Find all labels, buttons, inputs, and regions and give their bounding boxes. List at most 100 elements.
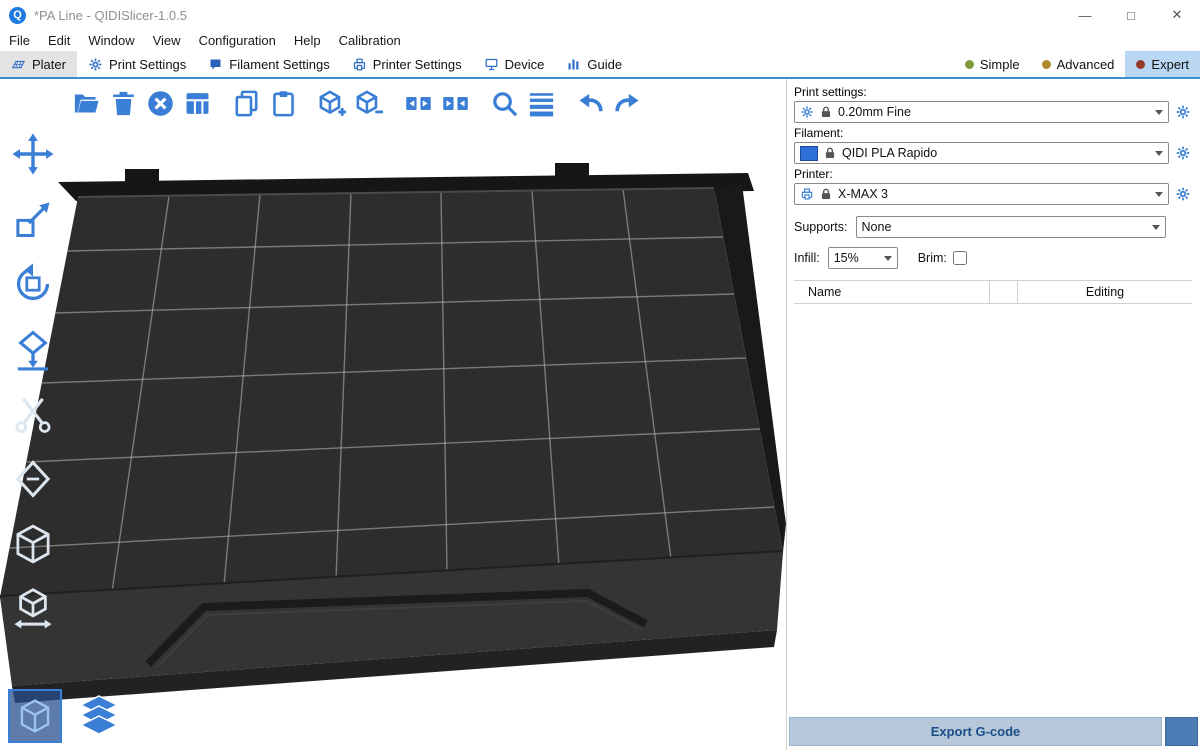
undo-button[interactable] (572, 85, 609, 122)
menu-file[interactable]: File (0, 30, 39, 51)
export-gcode-button[interactable]: Export G-code (789, 717, 1162, 746)
tab-plater[interactable]: Plater (0, 51, 77, 77)
assembly-icon (11, 587, 55, 631)
copy-button[interactable] (228, 85, 265, 122)
infill-combo[interactable]: 15% (828, 247, 898, 269)
menu-configuration[interactable]: Configuration (190, 30, 285, 51)
move-tool-button[interactable] (10, 131, 56, 177)
supports-value: None (862, 220, 892, 234)
preview-view-button[interactable] (72, 689, 126, 743)
print-settings-value: 0.20mm Fine (838, 105, 911, 119)
column-extruder[interactable] (990, 281, 1018, 303)
gear-icon (800, 105, 814, 119)
preview-layers-icon (75, 692, 123, 740)
printer-edit-button[interactable] (1174, 184, 1192, 204)
add-instance-button[interactable] (314, 85, 351, 122)
view-switcher (8, 689, 126, 743)
search-icon (489, 88, 520, 119)
close-icon: ✕ (1172, 7, 1183, 23)
seam-tool-button[interactable] (10, 456, 56, 502)
variable-layer-height-button[interactable] (523, 85, 560, 122)
chevron-down-icon (1155, 192, 1163, 197)
lock-icon (819, 187, 833, 201)
tab-bar: Plater Print Settings Filament Settings … (0, 51, 1200, 79)
app-logo-icon: Q (9, 7, 26, 24)
add-instance-icon (317, 88, 348, 119)
mode-simple[interactable]: Simple (954, 51, 1031, 77)
lock-icon (823, 146, 837, 160)
tab-device[interactable]: Device (473, 51, 556, 77)
tab-print-settings[interactable]: Print Settings (77, 51, 197, 77)
delete-all-button[interactable] (142, 85, 179, 122)
infill-value: 15% (834, 251, 859, 265)
cut-tool-button[interactable] (10, 391, 56, 437)
split-parts-button[interactable] (437, 85, 474, 122)
menu-bar: File Edit Window View Configuration Help… (0, 30, 1200, 51)
menu-view[interactable]: View (144, 30, 190, 51)
open-button[interactable] (68, 85, 105, 122)
assembly-tool-button[interactable] (10, 586, 56, 632)
close-button[interactable]: ✕ (1154, 0, 1200, 30)
seam-diamond-icon (11, 457, 55, 501)
window-title: *PA Line - QIDISlicer-1.0.5 (34, 8, 187, 23)
open-folder-icon (71, 88, 102, 119)
copy-icon (231, 88, 262, 119)
mode-switcher: Simple Advanced Expert (954, 51, 1200, 77)
redo-arrow-icon (612, 88, 643, 119)
redo-button[interactable] (609, 85, 646, 122)
rotate-tool-button[interactable] (10, 261, 56, 307)
column-editing[interactable]: Editing (1018, 281, 1192, 303)
remove-instance-button[interactable] (351, 85, 388, 122)
printer-combo[interactable]: X-MAX 3 (794, 183, 1169, 205)
rotate-icon (11, 262, 55, 306)
brim-checkbox[interactable] (953, 251, 967, 265)
maximize-icon: □ (1127, 8, 1135, 23)
mode-advanced[interactable]: Advanced (1031, 51, 1126, 77)
flatten-tool-button[interactable] (10, 326, 56, 372)
minimize-button[interactable]: — (1062, 0, 1108, 30)
filament-combo[interactable]: QIDI PLA Rapido (794, 142, 1169, 164)
plater-icon (11, 57, 26, 72)
maximize-button[interactable]: □ (1108, 0, 1154, 30)
print-settings-edit-button[interactable] (1174, 102, 1192, 122)
menu-help[interactable]: Help (285, 30, 330, 51)
tab-plater-label: Plater (32, 57, 66, 72)
guide-bars-icon (566, 57, 581, 72)
3d-viewport[interactable] (0, 79, 786, 750)
editor-view-button[interactable] (8, 689, 62, 743)
tab-filament-settings[interactable]: Filament Settings (197, 51, 340, 77)
mode-expert[interactable]: Expert (1125, 51, 1200, 77)
split-objects-button[interactable] (400, 85, 437, 122)
menu-window[interactable]: Window (79, 30, 143, 51)
split-objects-icon (403, 88, 434, 119)
search-button[interactable] (486, 85, 523, 122)
print-bed (0, 79, 786, 750)
lock-icon (819, 105, 833, 119)
export-options-button[interactable] (1165, 717, 1198, 746)
printer-label: Printer: (794, 167, 1192, 181)
object-toolbar (68, 85, 646, 122)
tab-guide[interactable]: Guide (555, 51, 633, 77)
measure-tool-button[interactable] (10, 521, 56, 567)
infill-label: Infill: (794, 251, 820, 265)
gear-icon (1175, 145, 1191, 161)
gear-icon (1175, 104, 1191, 120)
scissors-icon (11, 392, 55, 436)
tab-printer-settings[interactable]: Printer Settings (341, 51, 473, 77)
arrange-button[interactable] (179, 85, 216, 122)
tab-filament-settings-label: Filament Settings (229, 57, 329, 72)
scale-tool-button[interactable] (10, 196, 56, 242)
menu-calibration[interactable]: Calibration (330, 30, 410, 51)
mode-expert-label: Expert (1151, 57, 1189, 72)
delete-button[interactable] (105, 85, 142, 122)
filament-edit-button[interactable] (1174, 143, 1192, 163)
print-settings-combo[interactable]: 0.20mm Fine (794, 101, 1169, 123)
supports-combo[interactable]: None (856, 216, 1166, 238)
paste-button[interactable] (265, 85, 302, 122)
menu-edit[interactable]: Edit (39, 30, 79, 51)
object-list-header: Name Editing (794, 280, 1192, 304)
column-name[interactable]: Name (794, 281, 990, 303)
filament-label: Filament: (794, 126, 1192, 140)
gear-icon (88, 57, 103, 72)
object-list-body[interactable] (794, 304, 1192, 712)
